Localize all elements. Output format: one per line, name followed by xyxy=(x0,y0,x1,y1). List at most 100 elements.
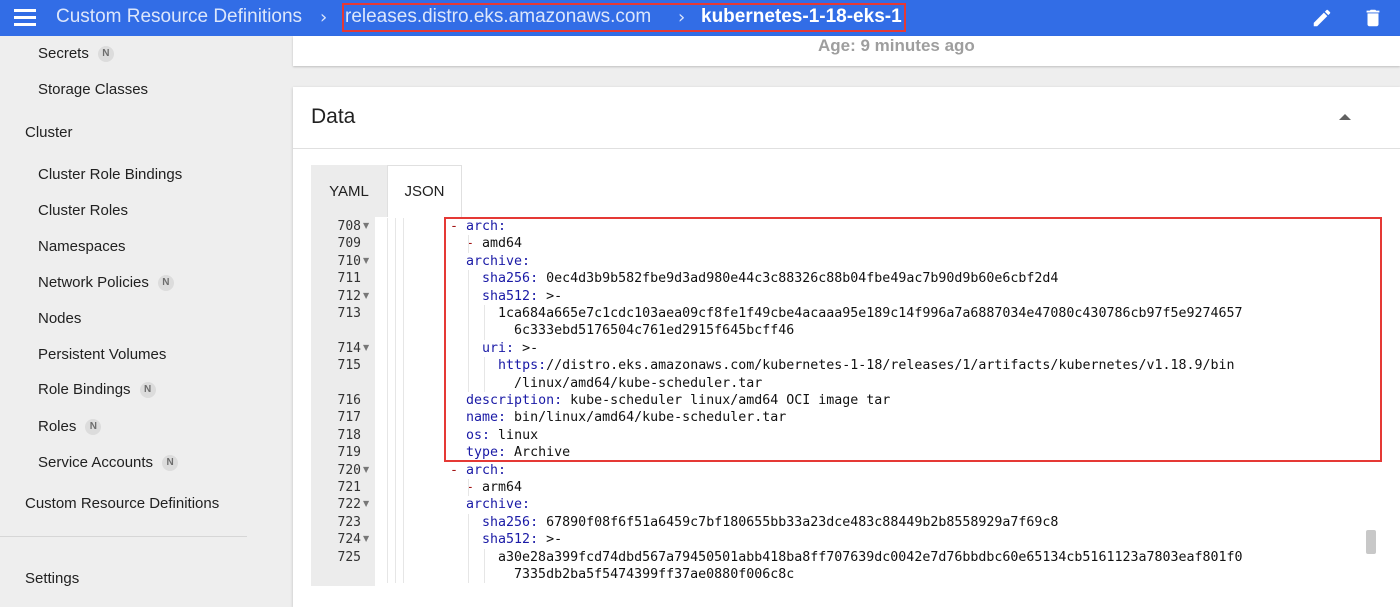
indent-guide xyxy=(387,235,388,253)
sidebar-item-secrets[interactable]: Secrets N xyxy=(38,45,114,62)
sidebar-item-role-bindings[interactable]: Role Bindings N xyxy=(38,381,156,398)
sidebar-item-label: Namespaces xyxy=(38,238,126,255)
indent-guide xyxy=(387,252,388,271)
breadcrumb-root[interactable]: Custom Resource Definitions xyxy=(56,6,302,28)
fold-toggle-icon[interactable]: ▼ xyxy=(363,339,369,356)
indent-guide xyxy=(387,287,388,305)
indent-guide xyxy=(403,461,404,479)
indent-guide xyxy=(387,270,388,288)
line-number: 720 xyxy=(337,462,361,478)
indent-guide xyxy=(403,409,404,427)
indent-guide xyxy=(395,461,396,479)
line-number: 718 xyxy=(337,427,361,443)
indent-guide xyxy=(395,444,396,462)
sidebar-item-label: Cluster Role Bindings xyxy=(38,166,183,183)
line-number: 724 xyxy=(337,532,361,548)
indent-guide xyxy=(387,322,388,340)
indent-guide xyxy=(395,513,396,532)
indent-guide xyxy=(387,305,388,323)
code-text: - arch: xyxy=(450,462,507,478)
sidebar-item-cluster-roles[interactable]: Cluster Roles xyxy=(38,202,128,219)
indent-guide xyxy=(387,426,388,445)
sidebar-item-roles[interactable]: Roles N xyxy=(38,418,102,435)
fold-toggle-icon[interactable]: ▼ xyxy=(363,217,369,234)
sidebar-item-cluster-role-bindings[interactable]: Cluster Role Bindings xyxy=(38,166,182,183)
indent-guide xyxy=(484,566,485,584)
code-text: a30e28a399fcd74dbd567a79450501abb418ba8f… xyxy=(450,549,1243,565)
indent-guide xyxy=(403,444,404,462)
scrollbar-thumb[interactable] xyxy=(1366,530,1376,554)
indent-guide xyxy=(387,444,388,462)
indent-guide xyxy=(403,235,404,253)
sidebar-item-label: Cluster Roles xyxy=(38,202,129,219)
line-number: 717 xyxy=(337,410,361,426)
sidebar-item-network-policies[interactable]: Network Policies N xyxy=(38,274,174,291)
line-number: 716 xyxy=(337,393,361,408)
indent-guide xyxy=(387,513,388,532)
sidebar-item-persistent-volumes[interactable]: Persistent Volumes xyxy=(38,346,166,363)
indent-guide xyxy=(403,548,404,566)
namespaced-badge: N xyxy=(97,45,114,62)
indent-guide xyxy=(395,479,396,497)
sidebar-item-label: Network Policies xyxy=(38,274,149,291)
indent-guide xyxy=(387,548,388,566)
sidebar-item-label: Persistent Volumes xyxy=(38,346,167,363)
sidebar-item-label: Storage Classes xyxy=(38,81,149,98)
indent-guide xyxy=(395,270,396,288)
indent-guide xyxy=(403,322,404,340)
tab-yaml[interactable]: YAML xyxy=(311,165,387,217)
breadcrumb-highlight-box xyxy=(342,3,906,32)
namespaced-badge: N xyxy=(157,274,174,291)
indent-guide xyxy=(403,496,404,514)
line-number: 711 xyxy=(337,271,361,287)
code-text: - arm64 xyxy=(466,480,523,495)
line-number: 722 xyxy=(337,497,361,513)
sidebar-item-namespaces[interactable]: Namespaces xyxy=(38,238,126,255)
card-title: Data xyxy=(311,105,356,128)
sidebar-item-storage-classes[interactable]: Storage Classes xyxy=(38,81,148,98)
sidebar-heading-cluster[interactable]: Cluster xyxy=(25,124,73,141)
sidebar-item-nodes[interactable]: Nodes xyxy=(38,310,81,327)
indent-guide xyxy=(395,218,396,236)
line-number: 714 xyxy=(337,340,361,356)
indent-guide xyxy=(468,531,469,549)
fold-toggle-icon[interactable]: ▼ xyxy=(363,287,369,304)
fold-toggle-icon[interactable]: ▼ xyxy=(363,495,369,512)
fold-toggle-icon[interactable]: ▼ xyxy=(363,530,369,547)
line-number: 719 xyxy=(337,445,361,461)
indent-guide xyxy=(387,566,388,584)
indent-guide xyxy=(403,252,404,271)
pencil-icon[interactable] xyxy=(1311,7,1333,29)
indent-guide xyxy=(403,218,404,236)
menu-icon[interactable] xyxy=(14,9,36,27)
top-app-bar: Custom Resource Definitions › releases.d… xyxy=(0,0,1400,36)
indent-guide xyxy=(403,531,404,549)
indent-guide xyxy=(395,374,396,392)
line-number: 721 xyxy=(337,480,361,495)
line-number: 725 xyxy=(337,549,361,565)
indent-guide xyxy=(387,339,388,358)
indent-guide xyxy=(403,513,404,532)
indent-guide xyxy=(387,461,388,479)
indent-guide xyxy=(403,479,404,497)
tab-json[interactable]: JSON xyxy=(387,165,462,217)
indent-guide xyxy=(395,357,396,375)
fold-toggle-icon[interactable]: ▼ xyxy=(363,461,369,478)
collapse-arrow-icon[interactable] xyxy=(1339,114,1351,120)
indent-guide xyxy=(395,548,396,566)
fold-toggle-icon[interactable]: ▼ xyxy=(363,252,369,269)
sidebar-item-label: Nodes xyxy=(38,310,82,327)
sidebar-heading-custom-resource-definitions[interactable]: Custom Resource Definitions xyxy=(25,495,219,512)
sidebar-heading-settings[interactable]: Settings xyxy=(25,570,79,586)
indent-guide xyxy=(395,566,396,584)
line-number: 712 xyxy=(337,288,361,304)
sidebar-item-label: Secrets xyxy=(38,45,89,62)
line-number: 713 xyxy=(337,306,361,321)
code-text: 7335db2ba5f5474399ff37ae0880f006c8c xyxy=(450,567,795,582)
indent-guide xyxy=(387,357,388,375)
indent-guide xyxy=(403,287,404,305)
line-number: 708 xyxy=(337,219,361,234)
trash-icon[interactable] xyxy=(1362,7,1384,29)
sidebar-item-service-accounts[interactable]: Service Accounts N xyxy=(38,454,179,471)
indent-guide xyxy=(395,305,396,323)
